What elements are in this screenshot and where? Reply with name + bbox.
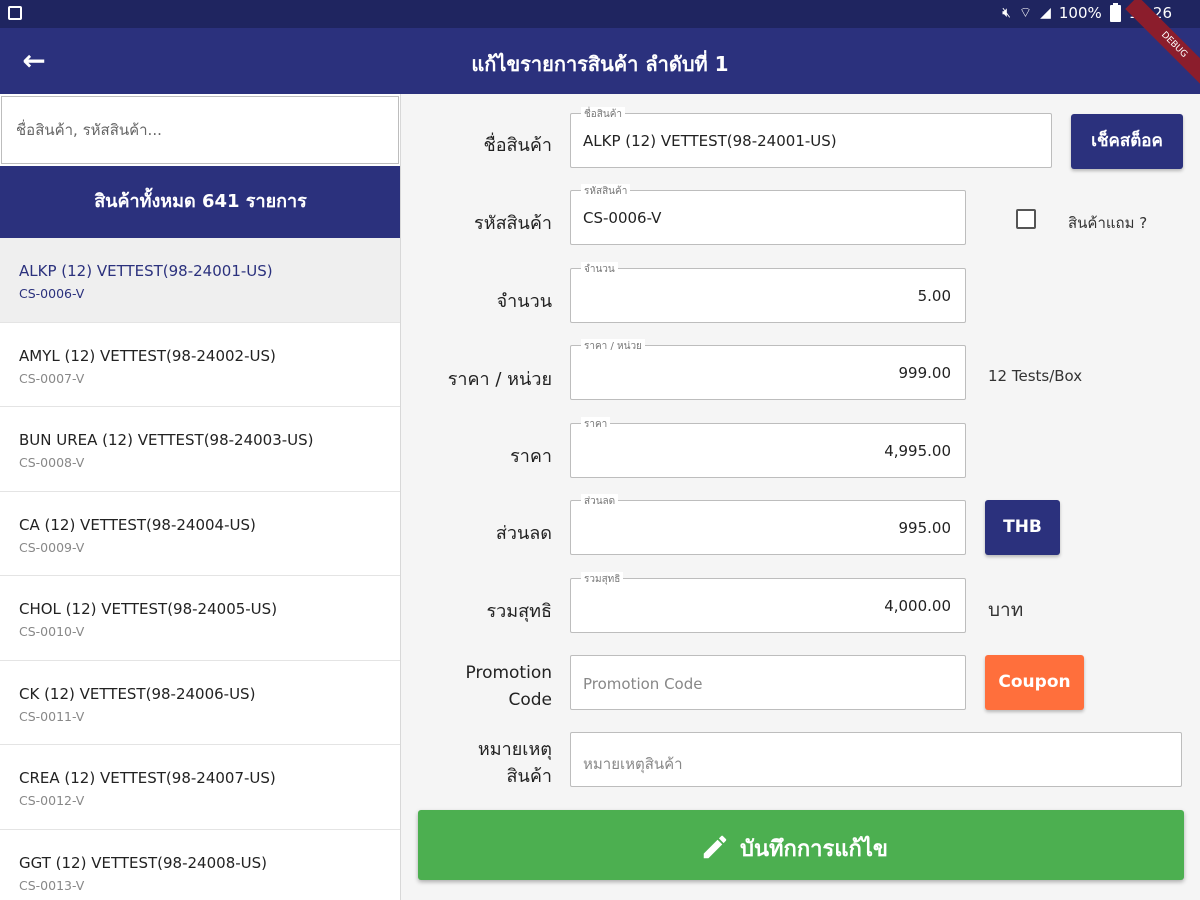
status-bar: 🔇︎ ⌔ ◢ 100% 14:26 (0, 0, 1200, 28)
page-title: แก้ไขรายการสินค้า ลำดับที่ 1 (471, 52, 729, 76)
quantity-label: จำนวน (496, 291, 552, 312)
unit-price-value: 999.00 (898, 364, 952, 382)
remark-label-line2: สินค้า (506, 766, 552, 787)
product-sidebar: สินค้าทั้งหมด 641 รายการ ALKP (12) VETTE… (0, 94, 401, 900)
item-name: CA (12) VETTEST(98-24004-US) (19, 515, 256, 534)
item-name: CK (12) VETTEST(98-24006-US) (19, 684, 256, 703)
item-name: AMYL (12) VETTEST(98-24002-US) (19, 346, 276, 365)
quantity-float-label: จำนวน (581, 262, 618, 277)
free-item-label: สินค้าแถม ? (1068, 214, 1148, 232)
item-name: CREA (12) VETTEST(98-24007-US) (19, 769, 276, 787)
item-name: CHOL (12) VETTEST(98-24005-US) (19, 600, 278, 618)
list-item[interactable]: ALKP (12) VETTEST(98-24001-US) CS-0006-V (0, 238, 400, 323)
item-name: BUN UREA (12) VETTEST(98-24003-US) (19, 431, 314, 449)
product-name-value: ALKP (12) VETTEST(98-24001-US) (583, 132, 837, 150)
signal-icon: ◢ (1040, 5, 1051, 21)
list-item[interactable]: CK (12) VETTEST(98-24006-US) CS-0011-V (0, 660, 400, 745)
discount-label: ส่วนลด (495, 523, 552, 544)
unit-note: 12 Tests/Box (988, 367, 1083, 385)
mute-icon: 🔇︎ (1002, 5, 1011, 21)
item-code: CS-0011-V (19, 708, 85, 724)
list-item[interactable]: CA (12) VETTEST(98-24004-US) CS-0009-V (0, 491, 400, 576)
currency-button[interactable]: THB (985, 500, 1060, 555)
product-code-float-label: รหัสสินค้า (581, 184, 631, 199)
list-item[interactable]: AMYL (12) VETTEST(98-24002-US) CS-0007-V (0, 322, 400, 407)
product-code-label: รหัสสินค้า (474, 213, 552, 234)
unit-price-label: ราคา / หน่วย (447, 369, 552, 390)
discount-value: 995.00 (898, 519, 952, 537)
coupon-button[interactable]: Coupon (985, 655, 1084, 710)
product-name-float-label: ชื่อสินค้า (581, 107, 626, 122)
item-code: CS-0012-V (19, 793, 85, 808)
free-item-checkbox[interactable] (1016, 209, 1036, 229)
search-input[interactable] (2, 97, 398, 163)
item-code: CS-0010-V (19, 624, 85, 639)
price-value: 4,995.00 (884, 442, 951, 460)
promotion-code-input[interactable]: Promotion Code (570, 655, 966, 710)
item-code: CS-0008-V (19, 455, 85, 470)
net-total-float-label: รวมสุทธิ (581, 572, 624, 587)
product-name-label: ชื่อสินค้า (483, 135, 552, 156)
app-bar: ← แก้ไขรายการสินค้า ลำดับที่ 1 DEBUG (0, 0, 1200, 94)
product-name-field[interactable]: ชื่อสินค้า ALKP (12) VETTEST(98-24001-US… (570, 107, 1052, 168)
remark-label: หมายเหตุ สินค้า (402, 736, 552, 790)
product-list: ALKP (12) VETTEST(98-24001-US) CS-0006-V… (0, 238, 400, 900)
promotion-label-line2: Code (508, 690, 552, 710)
promotion-label-line1: Promotion (465, 663, 553, 683)
save-button[interactable]: บันทึกการแก้ไข (418, 810, 1184, 880)
promotion-code-placeholder: Promotion Code (583, 675, 703, 693)
battery-icon (1109, 2, 1121, 22)
save-button-label: บันทึกการแก้ไข (740, 837, 888, 862)
item-code: CS-0013-V (19, 877, 85, 893)
list-item[interactable]: BUN UREA (12) VETTEST(98-24003-US) CS-00… (0, 407, 400, 492)
quantity-value: 5.00 (917, 287, 951, 305)
remark-label-line1: หมายเหตุ (477, 739, 552, 760)
product-code-field[interactable]: รหัสสินค้า CS-0006-V (570, 184, 966, 245)
remark-input[interactable]: หมายเหตุสินค้า (570, 732, 1182, 787)
item-name: GGT (12) VETTEST(98-24008-US) (19, 853, 267, 872)
search-box (1, 96, 399, 164)
price-label: ราคา (510, 446, 552, 467)
item-code: CS-0009-V (19, 539, 85, 555)
list-item[interactable]: CREA (12) VETTEST(98-24007-US) CS-0012-V (0, 745, 400, 830)
promotion-label: Promotion Code (402, 660, 553, 714)
item-code: CS-0007-V (19, 370, 85, 386)
net-total-value: 4,000.00 (884, 597, 951, 615)
pencil-icon (703, 835, 727, 859)
net-total-field[interactable]: รวมสุทธิ 4,000.00 (570, 572, 966, 633)
list-item[interactable]: CHOL (12) VETTEST(98-24005-US) CS-0010-V (0, 576, 400, 661)
product-count-bar: สินค้าทั้งหมด 641 รายการ (0, 166, 400, 238)
unit-price-float-label: ราคา / หน่วย (581, 339, 645, 354)
list-item[interactable]: GGT (12) VETTEST(98-24008-US) CS-0013-V (0, 829, 400, 900)
quantity-field[interactable]: จำนวน 5.00 (570, 262, 966, 323)
discount-float-label: ส่วนลด (581, 494, 619, 509)
wifi-icon: ⌔ (1018, 5, 1033, 21)
price-field[interactable]: ราคา 4,995.00 (570, 417, 966, 478)
product-code-value: CS-0006-V (583, 209, 662, 227)
screenshot-icon (8, 6, 22, 20)
battery-percent: 100% (1058, 4, 1102, 22)
edit-form: ชื่อสินค้า ชื่อสินค้า ALKP (12) VETTEST(… (402, 94, 1200, 900)
discount-field[interactable]: ส่วนลด 995.00 (570, 494, 966, 555)
net-unit: บาท (988, 599, 1024, 621)
item-code: CS-0006-V (19, 286, 85, 301)
remark-placeholder: หมายเหตุสินค้า (583, 755, 683, 773)
price-float-label: ราคา (581, 417, 611, 432)
net-total-label: รวมสุทธิ (486, 601, 552, 622)
unit-price-field[interactable]: ราคา / หน่วย 999.00 (570, 339, 966, 400)
check-stock-button[interactable]: เช็คสต็อค (1071, 114, 1183, 169)
item-name: ALKP (12) VETTEST(98-24001-US) (19, 262, 273, 280)
